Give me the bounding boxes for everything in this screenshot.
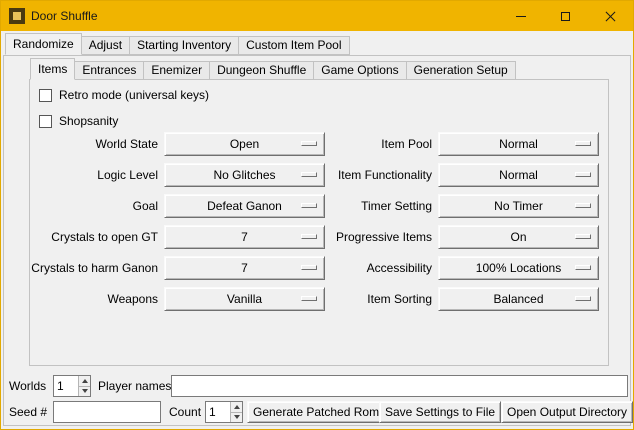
selected-value: Open bbox=[230, 137, 259, 151]
field-label: Goal bbox=[31, 194, 158, 218]
menu-indicator-icon bbox=[301, 172, 317, 177]
seed-label: Seed # bbox=[9, 401, 47, 423]
title-bar[interactable]: Door Shuffle bbox=[1, 1, 633, 31]
option-row: World State Open Item Pool Normal bbox=[31, 132, 605, 156]
option-row: Crystals to harm Ganon 7 Accessibility 1… bbox=[31, 256, 605, 280]
menu-indicator-icon bbox=[575, 172, 591, 177]
menu-indicator-icon bbox=[301, 265, 317, 270]
generate-patched-rom-button[interactable]: Generate Patched Rom bbox=[247, 401, 385, 423]
close-button[interactable] bbox=[588, 1, 633, 31]
spin-up-icon[interactable] bbox=[79, 376, 90, 386]
open-output-directory-button[interactable]: Open Output Directory bbox=[501, 401, 633, 423]
menu-indicator-icon bbox=[575, 234, 591, 239]
field-label: Progressive Items bbox=[331, 225, 432, 249]
app-icon bbox=[9, 8, 25, 24]
field-label: Item Sorting bbox=[331, 287, 432, 311]
worlds-value[interactable] bbox=[54, 376, 78, 396]
door-shuffle-window: Door Shuffle Randomize Adjust Starting I… bbox=[0, 0, 634, 430]
selected-value: Normal bbox=[499, 168, 538, 182]
selected-value: Defeat Ganon bbox=[207, 199, 282, 213]
selected-value: 100% Locations bbox=[476, 261, 561, 275]
field-label: Accessibility bbox=[331, 256, 432, 280]
option-row: Goal Defeat Ganon Timer Setting No Timer bbox=[31, 194, 605, 218]
worlds-label: Worlds bbox=[9, 375, 46, 397]
checkbox-shopsanity[interactable]: Shopsanity bbox=[39, 113, 118, 129]
tab-adjust[interactable]: Adjust bbox=[81, 36, 130, 55]
option-row: Crystals to open GT 7 Progressive Items … bbox=[31, 225, 605, 249]
select-timer-setting[interactable]: No Timer bbox=[438, 194, 599, 218]
selected-value: Balanced bbox=[493, 292, 543, 306]
select-item-sorting[interactable]: Balanced bbox=[438, 287, 599, 311]
field-label: Item Pool bbox=[331, 132, 432, 156]
player-names-input[interactable] bbox=[171, 375, 628, 397]
seed-input[interactable] bbox=[53, 401, 161, 423]
select-item-functionality[interactable]: Normal bbox=[438, 163, 599, 187]
save-settings-button[interactable]: Save Settings to File bbox=[379, 401, 501, 423]
spin-down-icon[interactable] bbox=[79, 386, 90, 397]
menu-indicator-icon bbox=[301, 296, 317, 301]
tab-custom-item-pool[interactable]: Custom Item Pool bbox=[238, 36, 349, 55]
select-crystals-harm-ganon[interactable]: 7 bbox=[164, 256, 325, 280]
spin-up-icon[interactable] bbox=[231, 402, 242, 412]
field-label: Logic Level bbox=[31, 163, 158, 187]
spin-down-icon[interactable] bbox=[231, 412, 242, 423]
field-label: Timer Setting bbox=[331, 194, 432, 218]
count-label: Count bbox=[169, 401, 201, 423]
selected-value: Vanilla bbox=[227, 292, 262, 306]
tab-generation-setup[interactable]: Generation Setup bbox=[406, 61, 516, 80]
minimize-icon bbox=[516, 16, 526, 17]
select-goal[interactable]: Defeat Ganon bbox=[164, 194, 325, 218]
select-progressive-items[interactable]: On bbox=[438, 225, 599, 249]
menu-indicator-icon bbox=[301, 203, 317, 208]
tab-dungeon-shuffle[interactable]: Dungeon Shuffle bbox=[209, 61, 314, 80]
selected-value: No Timer bbox=[494, 199, 543, 213]
tab-starting-inventory[interactable]: Starting Inventory bbox=[129, 36, 239, 55]
maximize-icon bbox=[561, 12, 570, 21]
checkbox-retro-mode[interactable]: Retro mode (universal keys) bbox=[39, 87, 209, 103]
selected-value: 7 bbox=[241, 230, 248, 244]
select-item-pool[interactable]: Normal bbox=[438, 132, 599, 156]
field-label: Crystals to open GT bbox=[31, 225, 158, 249]
count-stepper[interactable] bbox=[205, 401, 243, 423]
menu-indicator-icon bbox=[301, 234, 317, 239]
select-accessibility[interactable]: 100% Locations bbox=[438, 256, 599, 280]
field-label: Crystals to harm Ganon bbox=[31, 256, 158, 280]
selected-value: On bbox=[510, 230, 526, 244]
count-value[interactable] bbox=[206, 402, 230, 422]
tab-items[interactable]: Items bbox=[30, 58, 75, 80]
outer-tab-bar: Randomize Adjust Starting Inventory Cust… bbox=[5, 33, 350, 55]
menu-indicator-icon bbox=[575, 203, 591, 208]
menu-indicator-icon bbox=[301, 141, 317, 146]
selected-value: No Glitches bbox=[213, 168, 275, 182]
tab-randomize[interactable]: Randomize bbox=[5, 33, 82, 55]
menu-indicator-icon bbox=[575, 296, 591, 301]
checkbox-box[interactable] bbox=[39, 89, 52, 102]
menu-indicator-icon bbox=[575, 141, 591, 146]
option-row: Weapons Vanilla Item Sorting Balanced bbox=[31, 287, 605, 311]
player-names-label: Player names bbox=[98, 375, 171, 397]
field-label: World State bbox=[31, 132, 158, 156]
maximize-button[interactable] bbox=[543, 1, 588, 31]
field-label: Item Functionality bbox=[331, 163, 432, 187]
tab-enemizer[interactable]: Enemizer bbox=[143, 61, 210, 80]
minimize-button[interactable] bbox=[498, 1, 543, 31]
checkbox-label: Shopsanity bbox=[59, 114, 118, 128]
window-title: Door Shuffle bbox=[31, 9, 498, 23]
selected-value: Normal bbox=[499, 137, 538, 151]
tab-game-options[interactable]: Game Options bbox=[313, 61, 406, 80]
field-label: Weapons bbox=[31, 287, 158, 311]
select-crystals-open-gt[interactable]: 7 bbox=[164, 225, 325, 249]
checkbox-label: Retro mode (universal keys) bbox=[59, 88, 209, 102]
select-logic-level[interactable]: No Glitches bbox=[164, 163, 325, 187]
selected-value: 7 bbox=[241, 261, 248, 275]
tab-entrances[interactable]: Entrances bbox=[74, 61, 144, 80]
menu-indicator-icon bbox=[575, 265, 591, 270]
worlds-stepper[interactable] bbox=[53, 375, 91, 397]
inner-tab-bar: Items Entrances Enemizer Dungeon Shuffle… bbox=[30, 58, 516, 80]
close-icon bbox=[605, 11, 616, 22]
select-world-state[interactable]: Open bbox=[164, 132, 325, 156]
select-weapons[interactable]: Vanilla bbox=[164, 287, 325, 311]
option-row: Logic Level No Glitches Item Functionali… bbox=[31, 163, 605, 187]
checkbox-box[interactable] bbox=[39, 115, 52, 128]
